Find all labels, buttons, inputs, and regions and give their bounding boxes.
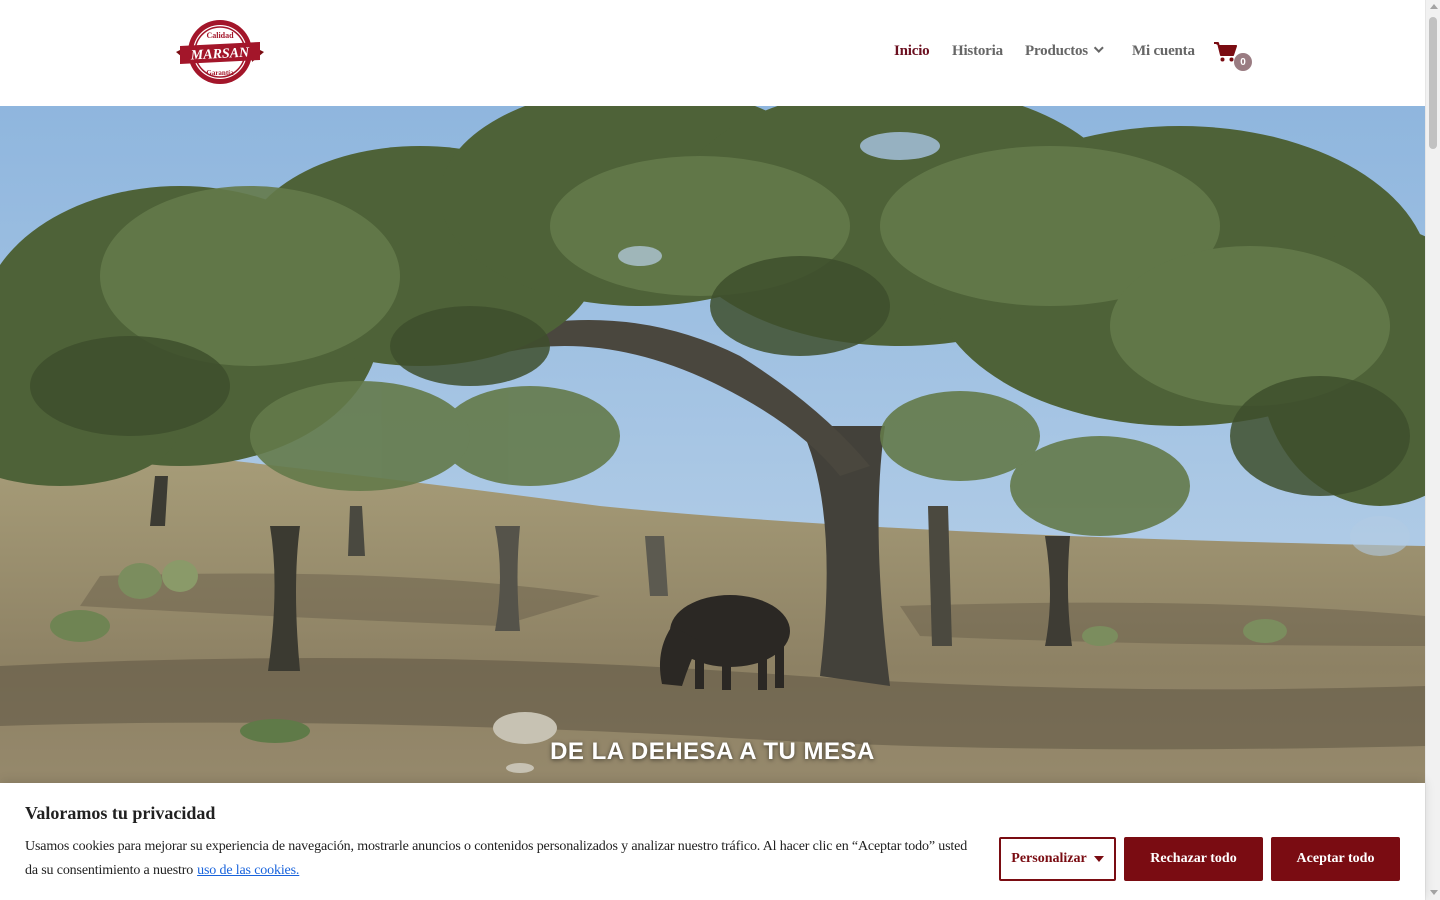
scroll-up-arrow-icon[interactable] xyxy=(1430,4,1438,9)
dehesa-hero-image xyxy=(0,106,1425,900)
hero-section: DE LA DEHESA A TU MESA xyxy=(0,106,1425,900)
cookie-banner-text: Usamos cookies para mejorar su experienc… xyxy=(25,835,975,883)
hero-title: DE LA DEHESA A TU MESA xyxy=(550,738,875,765)
logo-line3: Garantía xyxy=(206,69,234,77)
cookie-banner-title: Valoramos tu privacidad xyxy=(25,803,216,823)
customize-button[interactable]: Personalizar xyxy=(999,837,1116,881)
site-header: Calidad MARSAN Garantía Inicio Historia … xyxy=(0,0,1425,106)
page-scrollbar[interactable] xyxy=(1425,0,1440,900)
cart-button[interactable]: 0 xyxy=(1213,41,1257,73)
nav-item-historia[interactable]: Historia xyxy=(952,43,1003,60)
cart-count-badge: 0 xyxy=(1234,53,1252,71)
logo-line1: Calidad xyxy=(206,31,234,40)
nav-item-productos[interactable]: Productos xyxy=(1025,43,1104,60)
nav-item-inicio[interactable]: Inicio xyxy=(894,43,930,60)
reject-all-button[interactable]: Rechazar todo xyxy=(1124,837,1263,881)
caret-down-icon xyxy=(1093,856,1104,862)
cookie-policy-link[interactable]: uso de las cookies. xyxy=(197,863,299,878)
cookie-banner-description: Usamos cookies para mejorar su experienc… xyxy=(25,839,968,878)
cookie-consent-banner: Valoramos tu privacidad Usamos cookies p… xyxy=(0,783,1425,900)
scroll-down-arrow-icon[interactable] xyxy=(1430,890,1438,895)
scrollbar-thumb[interactable] xyxy=(1429,17,1437,149)
nav-item-productos-label: Productos xyxy=(1025,43,1088,59)
main-nav: Inicio Historia Productos Mi cuenta xyxy=(0,43,1425,63)
nav-item-mi-cuenta[interactable]: Mi cuenta xyxy=(1132,43,1195,60)
chevron-down-icon xyxy=(1093,43,1104,53)
accept-all-button[interactable]: Aceptar todo xyxy=(1271,837,1400,881)
customize-button-label: Personalizar xyxy=(1011,851,1087,866)
